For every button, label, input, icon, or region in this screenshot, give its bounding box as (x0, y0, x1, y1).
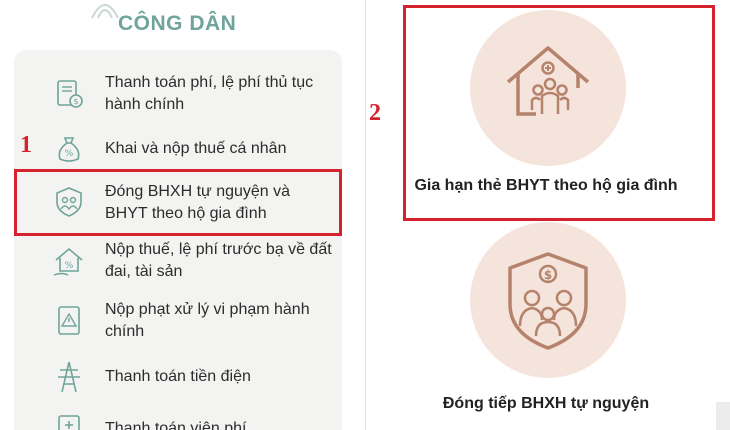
menu-item-label: Khai và nộp thuế cá nhân (105, 140, 287, 157)
menu-item-land-tax[interactable]: % Nộp thuế, lệ phí trước bạ về đất đai, … (14, 238, 342, 284)
svg-text:%: % (65, 261, 74, 271)
highlight-box-step-2 (403, 5, 715, 221)
menu-item-label: Thanh toán viện phí (105, 420, 247, 430)
menu-item-label: Thanh toán phí, lệ phí thủ tục hành chín… (105, 74, 314, 113)
step-number-1: 1 (20, 132, 32, 158)
power-tower-icon (58, 361, 80, 393)
menu-item-label: Nộp thuế, lệ phí trước bạ về đất đai, tà… (105, 241, 332, 280)
service-list: $ Thanh toán phí, lệ phí thủ tục hành ch… (14, 50, 342, 430)
menu-item-hospital-fee[interactable]: Thanh toán viện phí (14, 412, 342, 430)
house-fee-icon: % (53, 247, 83, 276)
menu-item-administrative-fine[interactable]: Nộp phạt xử lý vi phạm hành chính (14, 298, 342, 344)
service-card-continue-bhxh[interactable]: $ (470, 222, 626, 378)
menu-item-personal-tax[interactable]: % Khai và nộp thuế cá nhân (14, 132, 342, 166)
menu-item-fee-payment[interactable]: $ Thanh toán phí, lệ phí thủ tục hành ch… (14, 72, 342, 116)
shield-family-dollar-icon: $ (508, 252, 588, 350)
money-bag-icon: % (58, 137, 80, 162)
step-number-2: 2 (369, 100, 381, 126)
highlight-box-step-1 (14, 169, 342, 236)
svg-text:$: $ (73, 97, 78, 106)
hospital-bill-icon (58, 415, 80, 430)
menu-item-electricity[interactable]: Thanh toán tiền điện (14, 360, 342, 394)
service-label-continue-bhxh: Đóng tiếp BHXH tự nguyện (442, 395, 650, 412)
section-title: CÔNG DÂN (118, 12, 237, 35)
warning-document-icon (58, 306, 80, 335)
logo-leaf-icon (91, 4, 119, 19)
menu-item-label: Thanh toán tiền điện (105, 368, 251, 385)
svg-text:$: $ (544, 268, 552, 282)
menu-item-label: Nộp phạt xử lý vi phạm hành chính (105, 301, 310, 340)
scrollbar[interactable] (716, 402, 730, 430)
svg-text:%: % (65, 149, 74, 159)
document-fee-icon: $ (57, 80, 83, 108)
